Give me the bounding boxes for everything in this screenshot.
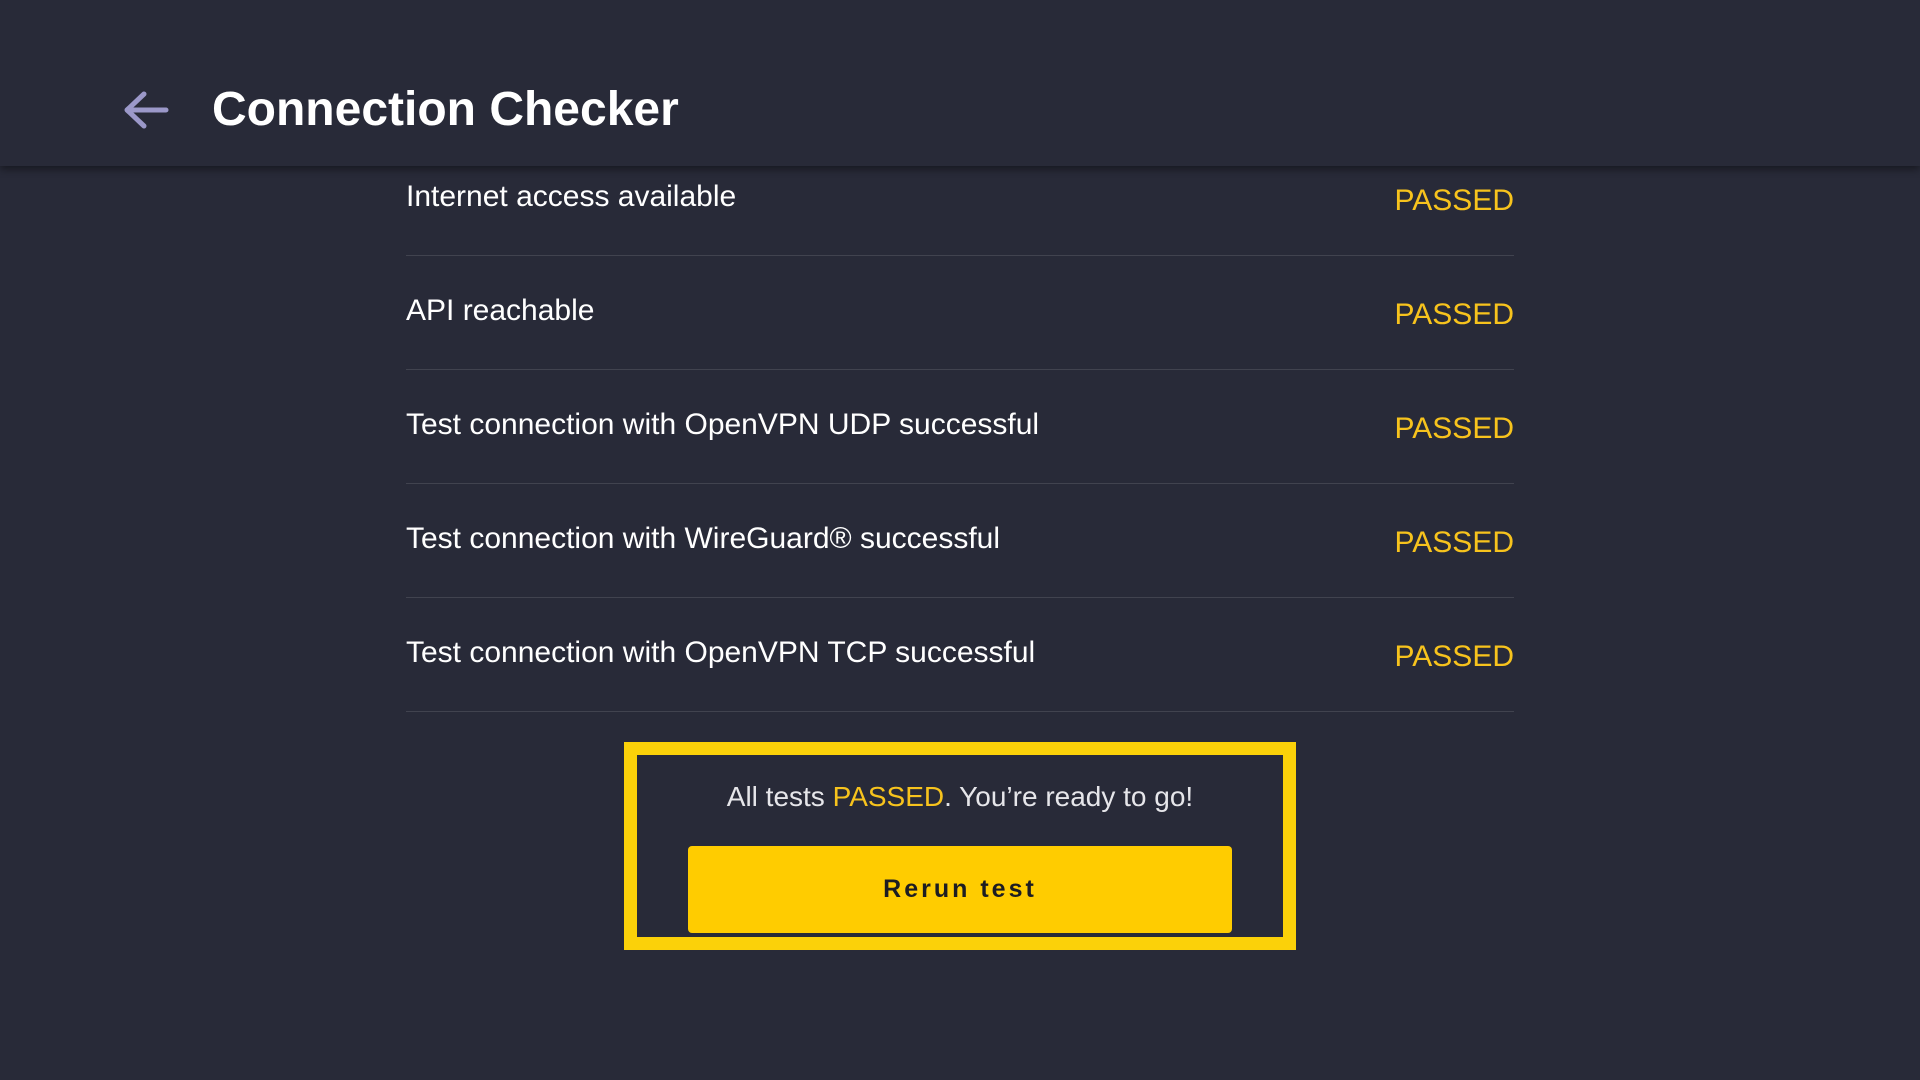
test-label: Test connection with OpenVPN UDP success… [406,408,1040,441]
result-passed-highlight: PASSED [832,781,945,812]
test-label: Internet access available [406,180,737,213]
test-status: PASSED [1394,184,1515,217]
test-label: Test connection with OpenVPN TCP success… [406,636,1036,669]
test-label: API reachable [406,294,595,327]
arrow-left-icon [124,91,169,129]
test-row-openvpn-tcp: Test connection with OpenVPN TCP success… [406,598,1514,712]
test-row-api-reachable: API reachable PASSED [406,256,1514,370]
test-status: PASSED [1394,526,1515,559]
test-status: PASSED [1394,412,1515,445]
test-status: PASSED [1394,640,1515,673]
page-title: Connection Checker [212,83,679,136]
rerun-test-button[interactable]: Rerun test [688,846,1232,933]
test-row-openvpn-udp: Test connection with OpenVPN UDP success… [406,370,1514,484]
result-message: All tests PASSED. You’re ready to go! [637,781,1283,813]
test-results-list: Internet access available PASSED API rea… [406,142,1514,712]
test-status: PASSED [1394,298,1515,331]
app-header: Connection Checker [0,0,1920,166]
back-button[interactable] [116,80,176,140]
test-label: Test connection with WireGuard® successf… [406,522,1001,555]
result-suffix: . You’re ready to go! [944,781,1194,812]
result-prefix: All tests [726,781,833,812]
test-row-wireguard: Test connection with WireGuard® successf… [406,484,1514,598]
result-focus-box: All tests PASSED. You’re ready to go! Re… [624,742,1296,950]
